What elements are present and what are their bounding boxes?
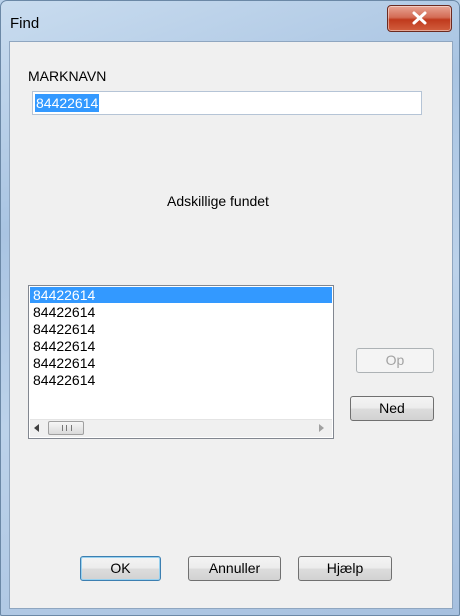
grip-icon — [62, 425, 72, 431]
scroll-thumb[interactable] — [48, 421, 84, 435]
window-title: Find — [10, 15, 40, 32]
move-down-button[interactable]: Ned — [350, 396, 434, 421]
move-up-button[interactable]: Op — [356, 348, 434, 373]
close-icon — [412, 11, 427, 25]
close-button[interactable] — [387, 5, 452, 32]
ok-button[interactable]: OK — [80, 556, 161, 581]
arrow-right-icon[interactable] — [318, 424, 324, 432]
list-item[interactable]: 84422614 — [30, 372, 332, 388]
list-item[interactable]: 84422614 — [30, 304, 332, 320]
list-item[interactable]: 84422614 — [30, 355, 332, 371]
arrow-left-icon[interactable] — [34, 424, 40, 432]
title-bar[interactable]: Find — [1, 1, 459, 41]
cancel-button[interactable]: Annuller — [188, 556, 281, 581]
list-item[interactable]: 84422614 — [30, 338, 332, 354]
help-button[interactable]: Hjælp — [298, 556, 392, 581]
results-list[interactable]: 84422614 84422614 84422614 84422614 8442… — [28, 285, 334, 439]
list-item[interactable]: 84422614 — [30, 321, 332, 337]
field-label: MARKNAVN — [28, 68, 107, 84]
search-input[interactable]: 84422614 — [32, 91, 422, 115]
list-item[interactable]: 84422614 — [30, 287, 332, 303]
horizontal-scrollbar[interactable] — [30, 419, 332, 437]
search-input-value: 84422614 — [35, 94, 100, 112]
status-text: Adskillige fundet — [167, 193, 269, 209]
